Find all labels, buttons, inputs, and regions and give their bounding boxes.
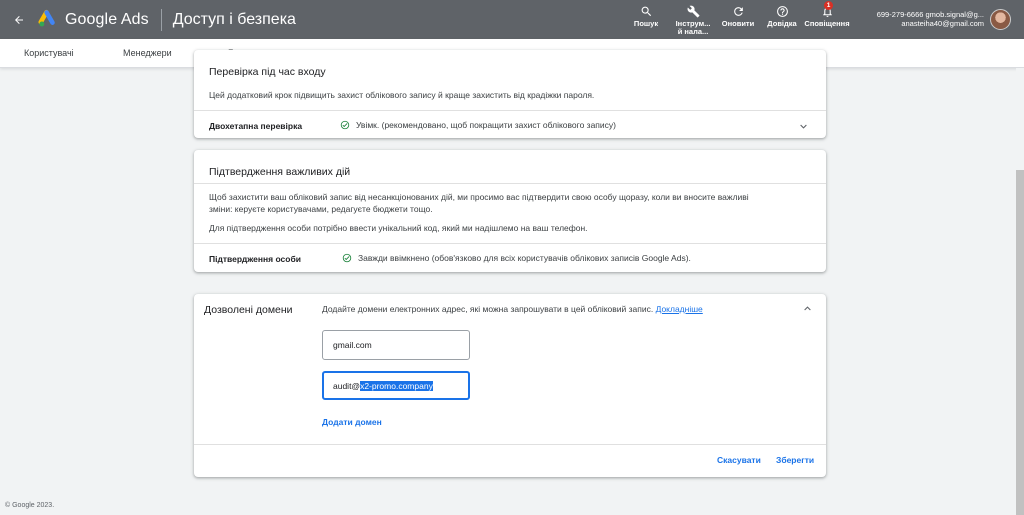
two-step-value: Увімк. (рекомендовано, щоб покращити зах… <box>340 120 616 130</box>
save-button[interactable]: Зберегти <box>776 455 814 465</box>
chevron-up-icon[interactable] <box>801 302 814 315</box>
important-actions-description-3: Для підтвердження особи потрібно ввести … <box>209 223 588 233</box>
chevron-down-icon[interactable] <box>797 120 810 133</box>
allowed-domains-title: Дозволені домени <box>204 304 293 316</box>
add-domain-button[interactable]: Додати домен <box>322 417 382 427</box>
title-separator <box>160 8 162 31</box>
account-id: 699-279-6666 gmob.signal@g... <box>876 10 984 19</box>
learn-more-link[interactable]: Докладніше <box>656 304 703 314</box>
tab-bar-overlay <box>0 39 1024 68</box>
toolbar: Пошук Інструм... й нала... Оновити Довід… <box>628 0 852 39</box>
important-actions-title: Підтвердження важливих дій <box>209 166 351 178</box>
two-step-label: Двохетапна перевірка <box>209 121 303 131</box>
help-label: Довідка <box>767 19 797 28</box>
login-verification-description: Цей додатковий крок підвищить захист обл… <box>209 90 595 100</box>
allowed-domains-description: Додайте домени електронних адрес, які мо… <box>322 304 654 314</box>
account-email: anasteiha40@gmail.com <box>901 19 984 28</box>
page-title: Доступ і безпека <box>172 10 296 28</box>
divider <box>194 110 826 111</box>
important-actions-description-2: зміни: керуєте користувачами, редагуєте … <box>209 204 433 214</box>
search-button[interactable]: Пошук <box>628 0 664 39</box>
notifications-button[interactable]: 1 Сповіщення <box>802 0 852 39</box>
product-name: Google Ads <box>65 10 149 28</box>
divider <box>194 444 826 445</box>
refresh-button[interactable]: Оновити <box>718 0 758 39</box>
allowed-domains-card: Дозволені домени Додайте домени електрон… <box>194 294 826 477</box>
domain-prefix: audit@ <box>333 380 361 391</box>
cancel-button[interactable]: Скасувати <box>717 455 761 465</box>
help-button[interactable]: Довідка <box>764 0 800 39</box>
scrollbar-thumb[interactable] <box>1016 170 1024 515</box>
top-app-bar: Google Ads Доступ і безпека Пошук Інстру… <box>0 0 1024 39</box>
search-label: Пошук <box>633 19 659 28</box>
arrow-back-icon <box>15 15 23 24</box>
domain-field[interactable]: gmail.com <box>322 330 470 360</box>
check-circle-icon <box>342 253 352 263</box>
allowed-domains-description-row: Додайте домени електронних адрес, які мо… <box>322 301 703 317</box>
help-icon <box>776 6 788 17</box>
tools-settings-button[interactable]: Інструм... й нала... <box>670 0 716 39</box>
account-info[interactable]: 699-279-6666 gmob.signal@g... anasteiha4… <box>877 10 984 28</box>
domain-selection: x2-promo.company <box>360 380 433 391</box>
refresh-icon <box>733 7 743 16</box>
identity-confirmation-value: Завжди ввімкнено (обов'язково для всіх к… <box>342 253 691 263</box>
domain-field-editing[interactable]: audit@ x2-promo.company <box>322 371 470 400</box>
tools-label: Інструм... й нала... <box>675 19 711 36</box>
important-actions-card: Підтвердження важливих дій Щоб захистити… <box>194 150 826 272</box>
refresh-label: Оновити <box>721 19 755 28</box>
identity-confirmation-status: Завжди ввімкнено (обов'язково для всіх к… <box>358 253 691 263</box>
google-ads-logo[interactable] <box>38 9 60 31</box>
avatar[interactable] <box>990 9 1011 30</box>
search-icon <box>641 6 651 17</box>
check-circle-icon <box>340 120 350 130</box>
identity-confirmation-label: Підтвердження особи <box>209 254 301 264</box>
wrench-icon <box>687 5 699 18</box>
divider <box>194 243 826 244</box>
notification-badge: 1 <box>824 1 833 10</box>
back-button[interactable] <box>0 0 38 39</box>
footer-copyright: © Google 2023. <box>5 502 55 509</box>
two-step-status: Увімк. (рекомендовано, щоб покращити зах… <box>356 120 616 130</box>
divider <box>194 183 826 184</box>
notifications-label: Сповіщення <box>804 19 850 28</box>
